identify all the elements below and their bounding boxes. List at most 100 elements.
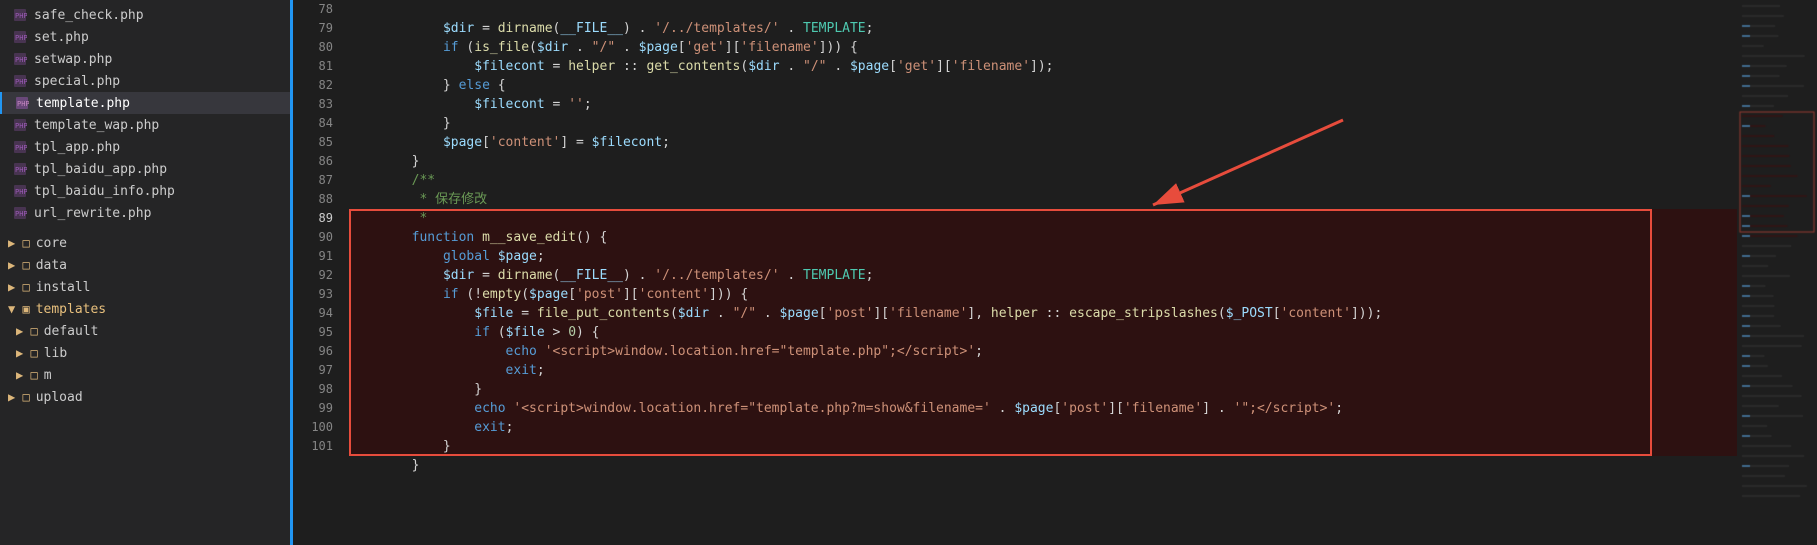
folder-templates[interactable]: ▼ ▣ templates [0,298,290,320]
folder-data[interactable]: ▶ □ data [0,254,290,276]
file-label: special.php [34,74,120,89]
minimap [1737,0,1817,545]
file-label: url_rewrite.php [34,206,151,221]
line-num-92: 92 [301,266,333,285]
php-file-icon: PHP [12,161,28,177]
code-line-82: $filecont = ''; [349,76,1737,95]
line-num-97: 97 [301,361,333,380]
svg-text:PHP: PHP [15,12,27,20]
line-num-100: 100 [301,418,333,437]
folder-upload[interactable]: ▶ □ upload [0,386,290,408]
file-label: set.php [34,30,89,45]
sidebar-item-set[interactable]: PHP set.php [0,26,290,48]
php-file-icon: PHP [12,51,28,67]
code-line-88: * [349,190,1737,209]
svg-text:PHP: PHP [15,34,27,42]
line-num-94: 94 [301,304,333,323]
code-content[interactable]: $dir = dirname(__FILE__) . '/../template… [341,0,1737,456]
sidebar-item-special[interactable]: PHP special.php [0,70,290,92]
code-editor[interactable]: 78 79 80 81 82 83 84 85 86 87 88 89 90 9… [293,0,1737,545]
line-num-82: 82 [301,76,333,95]
code-line-89: function m__save_edit() { [349,209,1737,228]
svg-text:PHP: PHP [15,56,27,64]
code-line-78: $dir = dirname(__FILE__) . '/../template… [349,0,1737,19]
line-num-89: 89 [301,209,333,228]
code-line-87: * 保存修改 [349,171,1737,190]
file-label: tpl_baidu_app.php [34,162,167,177]
code-line-86: /** [349,152,1737,171]
line-num-87: 87 [301,171,333,190]
code-line-84: $page['content'] = $filecont; [349,114,1737,133]
code-line-97: } [349,361,1737,380]
line-num-78: 78 [301,0,333,19]
line-num-91: 91 [301,247,333,266]
svg-text:PHP: PHP [15,144,27,152]
file-tree[interactable]: PHP safe_check.php PHP set.php PHP setwa… [0,0,290,545]
php-file-icon: PHP [12,29,28,45]
file-label: safe_check.php [34,8,144,23]
line-num-101: 101 [301,437,333,456]
php-file-icon: PHP [12,73,28,89]
svg-text:PHP: PHP [15,122,27,130]
line-num-85: 85 [301,133,333,152]
php-file-icon: PHP [12,183,28,199]
svg-text:PHP: PHP [15,210,27,218]
file-label: template_wap.php [34,118,159,133]
folder-label: data [36,258,67,273]
line-num-99: 99 [301,399,333,418]
sidebar-item-tpl-app[interactable]: PHP tpl_app.php [0,136,290,158]
folder-icon: ▶ □ [16,324,38,338]
folder-icon: ▶ □ [8,280,30,294]
sidebar-item-template[interactable]: PHP template.php [0,92,290,114]
svg-text:PHP: PHP [15,166,27,174]
sidebar-item-safe-check[interactable]: PHP safe_check.php [0,4,290,26]
folder-default[interactable]: ▶ □ default [0,320,290,342]
line-num-93: 93 [301,285,333,304]
code-line-91: $dir = dirname(__FILE__) . '/../template… [349,247,1737,266]
folder-label: core [36,236,67,251]
folder-install[interactable]: ▶ □ install [0,276,290,298]
line-num-98: 98 [301,380,333,399]
sidebar-item-tpl-baidu-info[interactable]: PHP tpl_baidu_info.php [0,180,290,202]
line-num-88: 88 [301,190,333,209]
folder-label: lib [44,346,67,361]
line-num-84: 84 [301,114,333,133]
line-num-96: 96 [301,342,333,361]
line-num-83: 83 [301,95,333,114]
folder-m[interactable]: ▶ □ m [0,364,290,386]
sidebar-item-tpl-baidu-app[interactable]: PHP tpl_baidu_app.php [0,158,290,180]
folder-label: templates [36,302,106,317]
line-numbers: 78 79 80 81 82 83 84 85 86 87 88 89 90 9… [293,0,341,456]
svg-text:PHP: PHP [15,188,27,196]
php-file-icon: PHP [12,7,28,23]
folder-icon: ▶ □ [8,236,30,250]
folder-label: upload [36,390,83,405]
code-line-101: } [349,437,1737,456]
line-num-95: 95 [301,323,333,342]
folder-label: default [44,324,99,339]
sidebar-item-setwap[interactable]: PHP setwap.php [0,48,290,70]
folder-lib[interactable]: ▶ □ lib [0,342,290,364]
folder-icon: ▶ □ [8,390,30,404]
line-num-86: 86 [301,152,333,171]
folder-label: m [44,368,52,383]
file-label: tpl_baidu_info.php [34,184,175,199]
sidebar-item-url-rewrite[interactable]: PHP url_rewrite.php [0,202,290,224]
file-label: setwap.php [34,52,112,67]
svg-text:PHP: PHP [15,78,27,86]
line-num-90: 90 [301,228,333,247]
file-label: tpl_app.php [34,140,120,155]
file-label: template.php [36,96,130,111]
sidebar-item-template-wap[interactable]: PHP template_wap.php [0,114,290,136]
php-file-icon: PHP [14,95,30,111]
php-file-icon: PHP [12,139,28,155]
code-line-98: echo '<script>window.location.href="temp… [349,380,1737,399]
folder-icon: ▶ □ [16,346,38,360]
php-file-icon: PHP [12,205,28,221]
folder-icon: ▶ □ [8,258,30,272]
code-line-100: } [349,418,1737,437]
folder-core[interactable]: ▶ □ core [0,232,290,254]
line-num-79: 79 [301,19,333,38]
svg-text:PHP: PHP [17,100,29,108]
php-file-icon: PHP [12,117,28,133]
